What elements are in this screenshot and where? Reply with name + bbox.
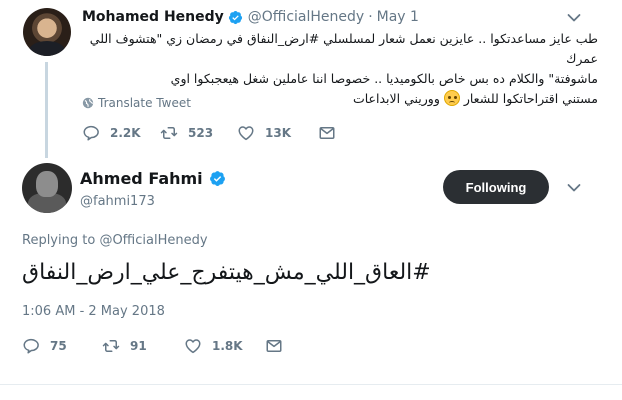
tweet-timestamp[interactable]: 1:06 AM - 2 May 2018 (22, 304, 165, 319)
heart-icon (238, 126, 254, 141)
replying-to: Replying to @OfficialHenedy (22, 233, 208, 248)
parent-text-line: طب عايز مساعدتكوا .. عايزين نعمل شعار لم… (89, 31, 598, 66)
verified-badge-icon (228, 10, 242, 24)
translate-tweet-link[interactable]: Translate Tweet (82, 96, 191, 110)
parent-date[interactable]: May 1 (377, 9, 419, 25)
verified-badge-icon (209, 171, 225, 186)
retweet-count: 91 (130, 339, 147, 353)
worried-face-emoji-icon (443, 90, 460, 106)
parent-text-line: ماشوفتة" والكلام ده بس خاص بالكوميديا ..… (170, 71, 598, 86)
main-avatar[interactable] (22, 163, 72, 213)
main-action-bar: 75 91 1.8K (22, 337, 283, 355)
thread-connector-line (45, 62, 48, 158)
like-button[interactable]: 1.8K (184, 337, 265, 355)
like-count: 13K (265, 126, 291, 140)
parent-text-fragment: مستني اقتراحاتكوا للشعار (463, 91, 598, 106)
retweet-button[interactable]: 91 (102, 337, 184, 355)
direct-message-icon (319, 127, 335, 139)
retweet-icon (102, 340, 120, 352)
globe-icon (82, 97, 94, 109)
main-display-name-row: Ahmed Fahmi (80, 169, 231, 188)
bottom-divider (0, 384, 622, 385)
reply-count: 75 (50, 339, 67, 353)
parent-avatar[interactable] (23, 8, 71, 56)
direct-message-icon (266, 340, 282, 352)
main-handle[interactable]: @fahmi173 (80, 194, 155, 209)
parent-action-bar: 2.2K 523 13K (82, 124, 336, 142)
main-display-name[interactable]: Ahmed Fahmi (80, 169, 203, 188)
retweet-button[interactable]: 523 (160, 124, 237, 142)
chevron-down-icon[interactable] (567, 13, 581, 23)
parent-tweet-header: Mohamed Henedy @OfficialHenedy · May 1 (82, 9, 419, 25)
reply-icon (83, 125, 99, 141)
direct-message-button[interactable] (265, 337, 283, 355)
replying-to-link[interactable]: @OfficialHenedy (99, 233, 207, 248)
parent-text-fragment: ووريني الابداعات (352, 91, 440, 106)
retweet-count: 523 (188, 126, 214, 140)
header-separator: · (368, 9, 373, 25)
chevron-down-icon[interactable] (567, 183, 581, 193)
following-button[interactable]: Following (443, 170, 549, 204)
reply-button[interactable]: 2.2K (82, 124, 160, 142)
translate-label: Translate Tweet (98, 96, 191, 110)
reply-button[interactable]: 75 (22, 337, 102, 355)
main-tweet-text[interactable]: #العاق_اللي_مش_هيتفرج_علي_ارض_النفاق (22, 260, 602, 285)
reply-count: 2.2K (110, 126, 141, 140)
tweet-thread: Mohamed Henedy @OfficialHenedy · May 1 ط… (0, 0, 622, 400)
heart-icon (185, 339, 201, 354)
parent-handle[interactable]: @OfficialHenedy (248, 9, 364, 25)
like-count: 1.8K (212, 339, 243, 353)
like-button[interactable]: 13K (237, 124, 318, 142)
reply-icon (23, 338, 39, 354)
retweet-icon (160, 127, 178, 139)
parent-display-name[interactable]: Mohamed Henedy (82, 9, 224, 25)
replying-prefix: Replying to (22, 233, 96, 248)
direct-message-button[interactable] (318, 124, 336, 142)
